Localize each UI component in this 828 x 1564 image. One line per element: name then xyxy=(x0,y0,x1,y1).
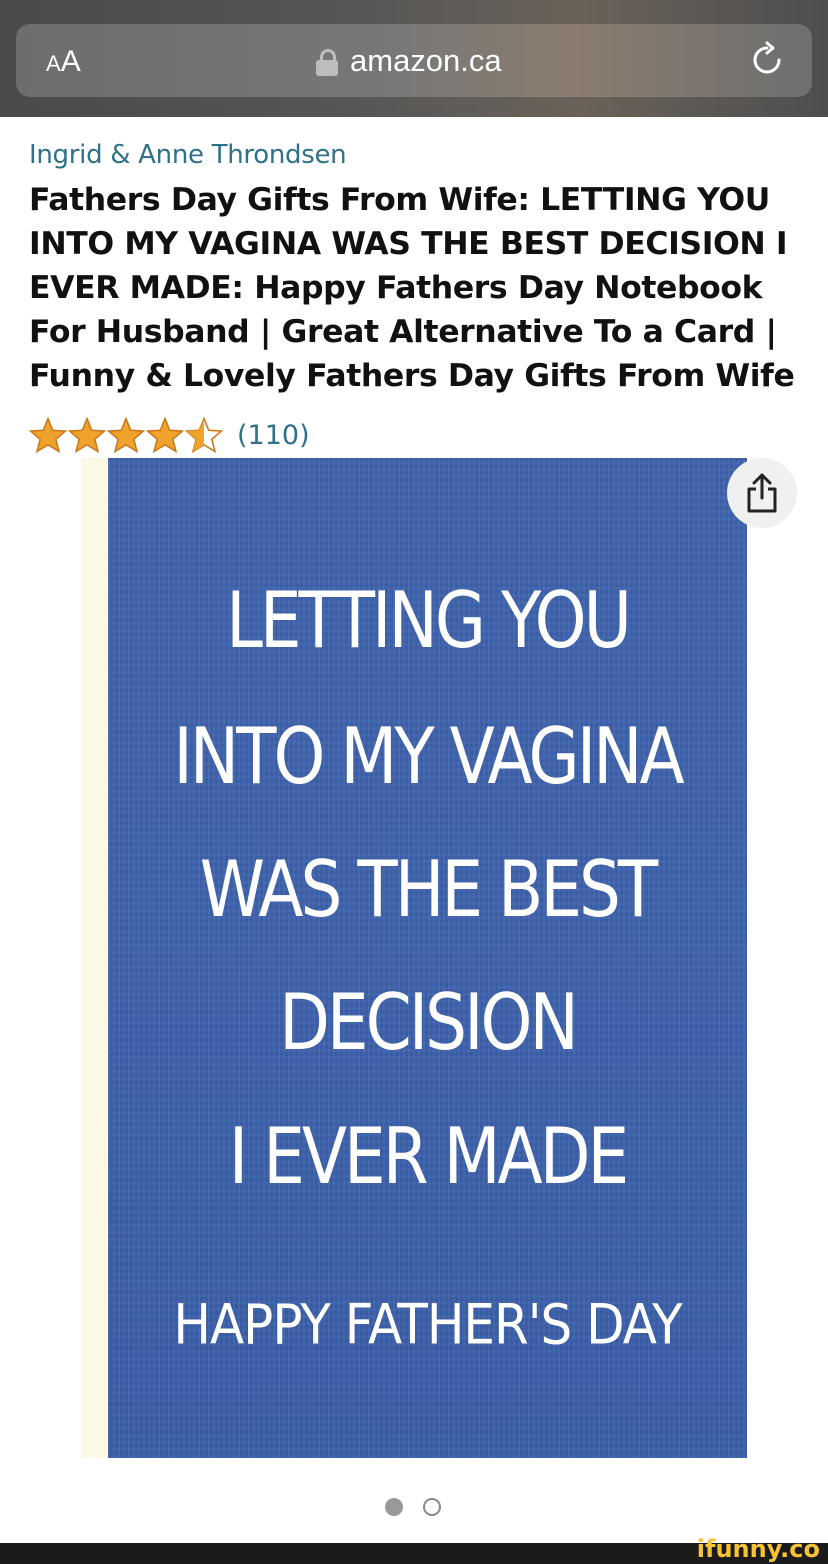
star-rating xyxy=(29,417,223,453)
url-display[interactable]: amazon.ca xyxy=(316,24,502,97)
carousel-pagination xyxy=(385,1498,441,1516)
reload-icon[interactable] xyxy=(748,41,786,79)
cover-subtitle: HAPPY FATHER'S DAY xyxy=(173,1293,682,1357)
watermark: ifunny.co xyxy=(696,1535,820,1563)
cover-line: DECISION xyxy=(279,977,579,1068)
domain-text: amazon.ca xyxy=(350,42,502,78)
cover-spine xyxy=(81,458,108,1458)
cover-line: LETTING YOU xyxy=(226,575,632,666)
text-size-label-small: A xyxy=(46,51,61,76)
address-bar[interactable]: AA amazon.ca xyxy=(16,24,812,97)
star-full-icon xyxy=(68,417,106,453)
share-button[interactable] xyxy=(727,458,797,528)
product-title: Fathers Day Gifts From Wife: LETTING YOU… xyxy=(29,182,795,394)
star-full-icon xyxy=(146,417,184,453)
carousel-dot-active[interactable] xyxy=(385,1498,403,1516)
star-half-icon xyxy=(185,417,223,453)
browser-toolbar: AA amazon.ca xyxy=(0,0,828,117)
product-image[interactable]: LETTING YOU INTO MY VAGINA WAS THE BEST … xyxy=(108,458,747,1458)
carousel-dot[interactable] xyxy=(423,1498,441,1516)
share-icon xyxy=(747,473,777,513)
review-count[interactable]: (110) xyxy=(237,420,310,451)
cover-line: I EVER MADE xyxy=(228,1111,629,1202)
cover-line: WAS THE BEST xyxy=(199,844,659,935)
author-link[interactable]: Ingrid & Anne Throndsen xyxy=(29,140,347,170)
lock-icon xyxy=(316,48,338,77)
rating-row[interactable]: (110) xyxy=(29,414,310,456)
cover-line: INTO MY VAGINA xyxy=(173,711,684,802)
footer-strip: ifunny.co xyxy=(0,1535,828,1564)
star-full-icon xyxy=(107,417,145,453)
text-size-button[interactable]: AA xyxy=(46,24,81,97)
star-full-icon xyxy=(29,417,67,453)
text-size-label-big: A xyxy=(60,45,81,78)
